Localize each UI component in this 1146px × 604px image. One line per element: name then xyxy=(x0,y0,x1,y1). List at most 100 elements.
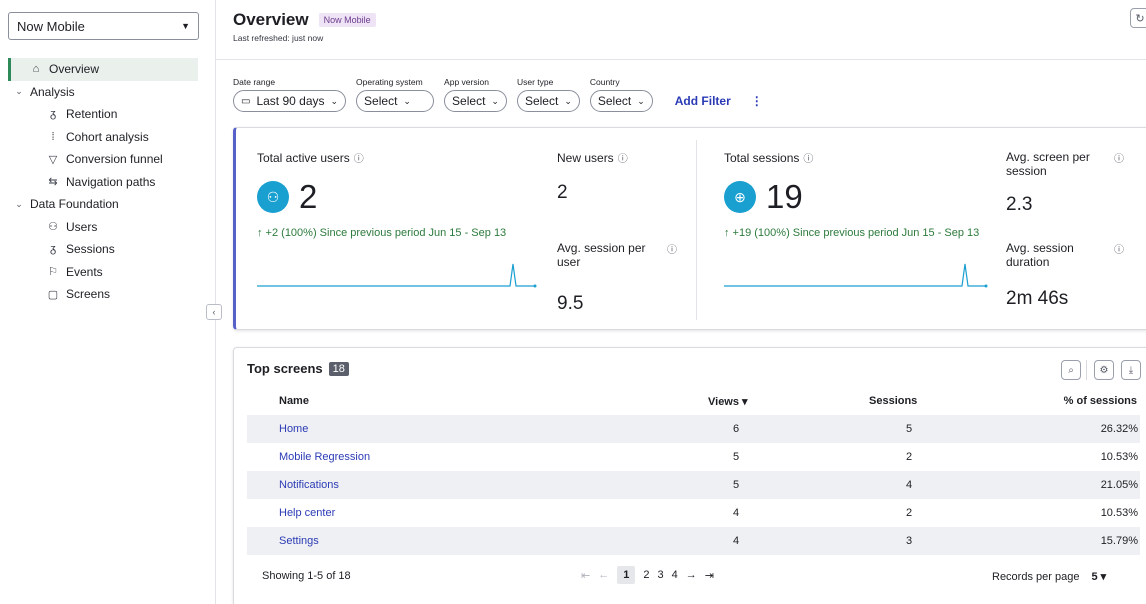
info-icon[interactable]: ⓘ xyxy=(1114,150,1124,165)
sidebar-section-analysis[interactable]: ⌄ Analysis xyxy=(0,81,216,104)
page-title: Overview xyxy=(233,10,309,29)
sidebar-item-cohort-analysis[interactable]: ⁞ Cohort analysis xyxy=(0,126,216,149)
pagination: ⇤ ← 1 2 3 4 → ⇥ xyxy=(581,566,714,584)
collapse-sidebar-button[interactable]: ‹ xyxy=(206,304,222,320)
sidebar-item-sessions[interactable]: ᵹ Sessions xyxy=(0,238,216,261)
views-cell: 5 xyxy=(733,479,740,491)
sessions-cell: 2 xyxy=(906,451,913,463)
active-users-sparkline xyxy=(257,263,537,288)
filter-value: Select xyxy=(364,94,398,108)
screen-name-link[interactable]: Mobile Regression xyxy=(279,451,370,463)
info-icon[interactable]: ⓘ xyxy=(667,241,677,256)
screen-name-link[interactable]: Home xyxy=(279,423,308,435)
total-sessions-label: Total sessions ⓘ xyxy=(724,151,814,165)
page-2-button[interactable]: 2 xyxy=(643,569,649,581)
more-options-icon[interactable]: ⋮ xyxy=(751,90,763,112)
top-screens-card: Top screens 18 ⌕ ⚙ ⤓ Name Views ▾ Sessio… xyxy=(233,347,1146,604)
col-sessions-header[interactable]: Sessions xyxy=(869,395,917,407)
settings-button[interactable]: ⚙ xyxy=(1094,360,1114,380)
users-group-icon: ⚇ xyxy=(257,181,289,213)
info-icon[interactable]: ⓘ xyxy=(354,154,364,165)
sidebar-item-users[interactable]: ⚇ Users xyxy=(0,216,216,239)
last-refreshed: Last refreshed: just now xyxy=(233,33,324,43)
sidebar: Now Mobile ▼ ⌂ Overview ⌄ Analysis ᵹ Retentio… xyxy=(0,0,222,604)
sessions-icon: ᵹ xyxy=(49,243,57,256)
sidebar-item-label: Sessions xyxy=(66,242,115,257)
kpi-card: Total active users ⓘ ⚇ 2 ↑ +2 (100%) Sinc… xyxy=(233,127,1146,330)
header-divider xyxy=(216,59,1146,60)
records-per-page-select[interactable]: 5 ▾ xyxy=(1091,571,1106,583)
add-filter-button[interactable]: Add Filter xyxy=(675,90,731,112)
refresh-button[interactable]: ↻ xyxy=(1130,8,1146,28)
download-icon: ⤓ xyxy=(1128,364,1134,376)
filter-value: Last 90 days xyxy=(256,94,325,108)
filter-country-select[interactable]: Select ⌄ xyxy=(589,90,653,112)
info-icon[interactable]: ⓘ xyxy=(803,154,813,165)
views-cell: 6 xyxy=(733,423,740,435)
page-header: Overview Now Mobile Last refreshed: just… xyxy=(233,10,376,43)
last-page-icon[interactable]: ⇥ xyxy=(705,569,714,582)
avg-session-duration-label: Avg. session duration xyxy=(1006,241,1074,269)
top-screens-count: 18 xyxy=(328,361,349,376)
sidebar-item-screens[interactable]: ▢ Screens xyxy=(0,283,216,306)
info-icon[interactable]: ⓘ xyxy=(618,154,628,165)
sidebar-section-data-foundation[interactable]: ⌄ Data Foundation xyxy=(0,193,216,216)
views-cell: 4 xyxy=(733,507,740,519)
filter-value: Select xyxy=(597,94,632,108)
sessions-cell: 3 xyxy=(906,535,913,547)
sidebar-item-overview[interactable]: ⌂ Overview xyxy=(8,58,198,81)
new-users-value: 2 xyxy=(557,182,568,203)
records-per-page: Records per page 5 ▾ xyxy=(992,570,1106,583)
retention-icon: ᵹ xyxy=(49,108,57,121)
sidebar-item-retention[interactable]: ᵹ Retention xyxy=(0,103,216,126)
prev-page-icon[interactable]: ← xyxy=(598,569,609,581)
chevron-left-icon: ‹ xyxy=(212,307,216,317)
page-4-button[interactable]: 4 xyxy=(672,569,678,581)
avg-screen-per-session-value: 2.3 xyxy=(1006,194,1033,215)
page-1-button[interactable]: 1 xyxy=(617,566,636,584)
sidebar-item-events[interactable]: ⚐ Events xyxy=(0,261,216,284)
flag-icon: ⚐ xyxy=(48,266,58,279)
col-views-header[interactable]: Views ▾ xyxy=(708,395,748,408)
info-icon[interactable]: ⓘ xyxy=(1114,241,1124,256)
sidebar-item-navigation-paths[interactable]: ⇆ Navigation paths xyxy=(0,171,216,194)
sidebar-item-label: Analysis xyxy=(30,84,75,99)
avg-session-duration-value: 2m 46s xyxy=(1006,288,1069,309)
chevron-down-icon: ⌄ xyxy=(637,95,645,106)
filter-label: User type xyxy=(516,77,554,87)
col-name-header[interactable]: Name xyxy=(279,395,309,407)
screen-name-link[interactable]: Help center xyxy=(279,507,335,519)
download-button[interactable]: ⤓ xyxy=(1121,360,1141,380)
table-row: Settings 4 3 15.79% xyxy=(247,527,1140,555)
screen-name-link[interactable]: Settings xyxy=(279,535,319,547)
active-users-value: 2 xyxy=(299,178,318,215)
cohort-icon: ⁞ xyxy=(51,130,55,143)
views-cell: 5 xyxy=(733,451,740,463)
col-pct-header[interactable]: % of sessions xyxy=(1064,395,1137,407)
records-per-page-label: Records per page xyxy=(992,571,1080,583)
table-row: Help center 4 2 10.53% xyxy=(247,499,1140,527)
screen-name-link[interactable]: Notifications xyxy=(279,479,339,491)
sidebar-item-conversion-funnel[interactable]: ▽ Conversion funnel xyxy=(0,148,216,171)
next-page-icon[interactable]: → xyxy=(686,569,697,581)
search-button[interactable]: ⌕ xyxy=(1061,360,1081,380)
filter-app-version-select[interactable]: Select ⌄ xyxy=(444,90,507,112)
gear-icon: ⚙ xyxy=(1099,364,1109,376)
app-select[interactable]: Now Mobile ▼ xyxy=(8,12,199,40)
filter-label: Operating system xyxy=(356,77,423,87)
toolbar-separator xyxy=(1086,360,1087,380)
filter-date-range-select[interactable]: ▭ Last 90 days ⌄ xyxy=(233,90,347,112)
active-users-metric: ⚇ 2 xyxy=(257,178,317,216)
table-row: Mobile Regression 5 2 10.53% xyxy=(247,443,1140,471)
views-cell: 4 xyxy=(733,535,740,547)
kpi-divider xyxy=(696,140,697,320)
filter-bar: Date range ▭ Last 90 days ⌄ Operating system… xyxy=(233,77,763,112)
sidebar-item-label: Events xyxy=(66,264,103,279)
avg-session-per-user-label: Avg. session per user xyxy=(557,241,646,269)
filter-user-type-select[interactable]: Select ⌄ xyxy=(516,90,580,112)
first-page-icon[interactable]: ⇤ xyxy=(581,569,590,582)
page-3-button[interactable]: 3 xyxy=(657,569,663,581)
app-badge: Now Mobile xyxy=(318,13,376,27)
filter-operating-system-select[interactable]: Select ⌄ xyxy=(356,90,435,112)
sessions-cell: 4 xyxy=(906,479,913,491)
